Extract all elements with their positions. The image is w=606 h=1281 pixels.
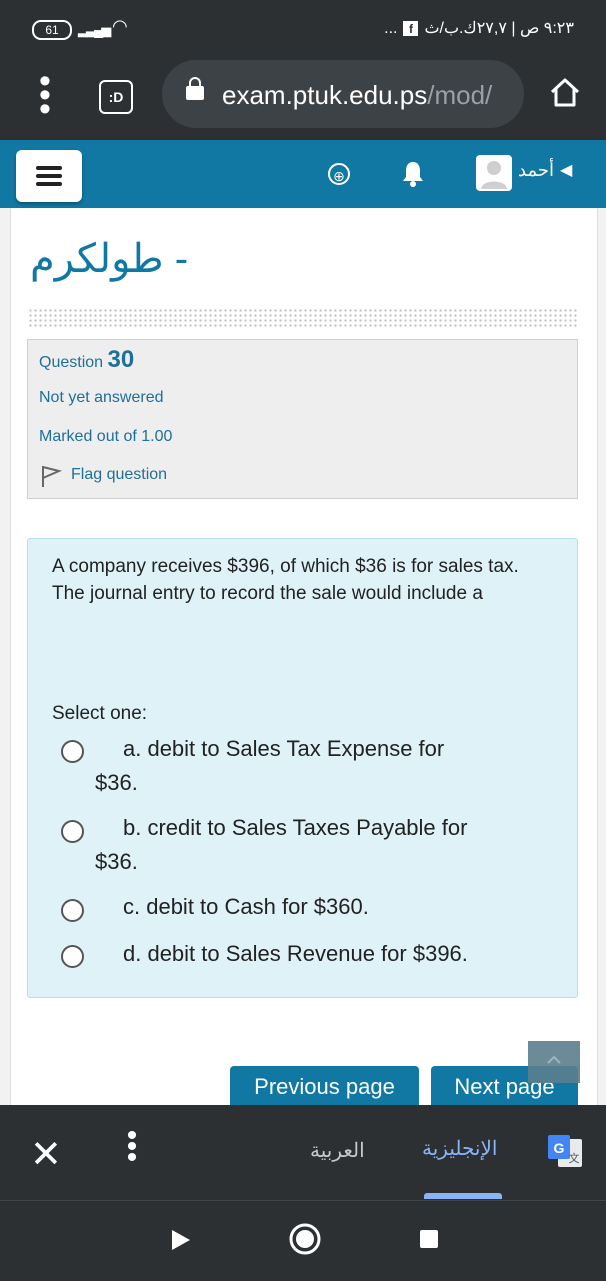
question-number: Question 30 [39,346,134,374]
question-number-value: 30 [107,346,135,373]
messages-icon[interactable]: ⊕ [328,163,350,185]
close-icon[interactable]: ✕ [30,1132,62,1177]
home-icon[interactable] [548,76,582,110]
hamburger-line [36,166,62,170]
url-host: exam.ptuk.edu.ps [222,80,428,110]
svg-text:文: 文 [569,1151,580,1165]
option-c-label[interactable]: c. debit to Cash for $360. [123,890,369,924]
user-icon [481,161,507,189]
more-options-icon[interactable]: • • • [122,1121,142,1173]
scroll-to-top-button[interactable] [528,1041,580,1083]
url-path: /mod/ [427,80,493,110]
hamburger-line [36,182,62,186]
url-text[interactable]: exam.ptuk.edu.ps/mod/ [222,80,492,111]
previous-page-button[interactable]: Previous page [230,1066,419,1108]
facebook-icon: f [403,21,419,36]
status-bar: 61 ▂▃▄▅ ◠ ٩:٢٣ ص | ٢٧,٧ك.ب/ث f... [0,0,606,56]
question-state: Not yet answered [39,389,164,406]
status-right: ٩:٢٣ ص | ٢٧,٧ك.ب/ث f... [384,18,574,38]
avatar[interactable] [476,155,512,191]
google-translate-icon[interactable]: G 文 [546,1133,584,1169]
question-grade: Marked out of 1.00 [39,428,173,445]
option-a-label-cont[interactable]: $36. [95,766,138,800]
target-language-tab[interactable]: الإنجليزية [422,1136,497,1161]
divider [28,308,578,328]
drawer-toggle-button[interactable] [16,150,82,202]
option-a-radio[interactable] [61,740,84,763]
bell-icon[interactable] [400,160,426,188]
translate-bar [0,1105,606,1200]
lock-icon [186,77,204,100]
browser-menu-icon[interactable]: • • • [30,64,60,126]
back-icon[interactable] [170,1228,192,1252]
caret-icon[interactable]: ◀ [560,160,572,180]
recents-icon[interactable] [419,1229,439,1249]
status-more: ... [384,20,398,37]
user-name[interactable]: أحمد [518,160,554,181]
option-d-label[interactable]: d. debit to Sales Revenue for $396. [123,937,468,971]
site-header [0,140,606,208]
question-text: A company receives $396, of which $36 is… [52,556,519,604]
flag-question-link[interactable]: Flag question [71,466,167,484]
option-c-radio[interactable] [61,899,84,922]
course-title: - طولكرم [30,237,189,281]
option-d-radio[interactable] [61,945,84,968]
wifi-icon: ◠ [112,16,128,36]
option-b-radio[interactable] [61,820,84,843]
battery-icon: 61 [32,20,72,40]
source-language-tab[interactable]: العربية [310,1138,365,1163]
answer-prompt: Select one: [52,703,148,724]
option-b-label[interactable]: b. credit to Sales Taxes Payable for [123,811,467,845]
svg-text:G: G [554,1140,565,1156]
status-time-speed: ٩:٢٣ ص | ٢٧,٧ك.ب/ث [424,20,574,37]
home-nav-icon[interactable] [288,1222,322,1256]
option-b-label-cont[interactable]: $36. [95,845,138,879]
question-label: Question [39,354,104,371]
flag-icon[interactable] [40,464,62,488]
hamburger-line [36,174,62,178]
option-a-label[interactable]: a. debit to Sales Tax Expense for [123,732,444,766]
tab-switcher-button[interactable]: :D [99,80,133,114]
signal-icon: ▂▃▄▅ [78,22,111,37]
active-tab-indicator [424,1193,502,1199]
chevron-up-icon [547,1055,561,1064]
